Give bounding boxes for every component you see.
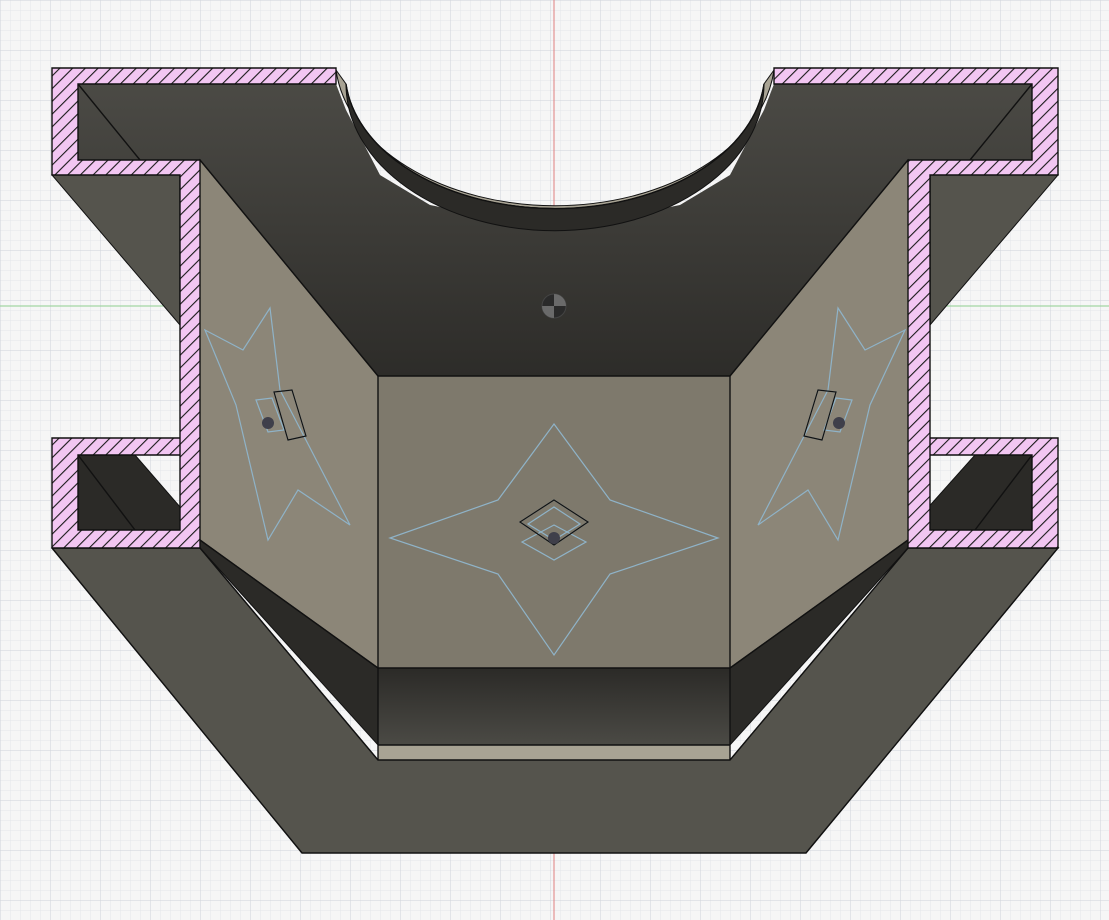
floor-point-marker[interactable] bbox=[548, 532, 560, 544]
floor-face[interactable] bbox=[377, 375, 731, 669]
origin-icon[interactable] bbox=[541, 293, 567, 319]
cad-canvas[interactable] bbox=[0, 0, 1109, 920]
cad-viewport[interactable] bbox=[0, 0, 1109, 920]
lower-rim-strip[interactable] bbox=[377, 744, 731, 761]
left-wall-point-marker[interactable] bbox=[262, 417, 274, 429]
right-wall-point-marker[interactable] bbox=[833, 417, 845, 429]
lower-lip-face[interactable] bbox=[350, 668, 760, 745]
